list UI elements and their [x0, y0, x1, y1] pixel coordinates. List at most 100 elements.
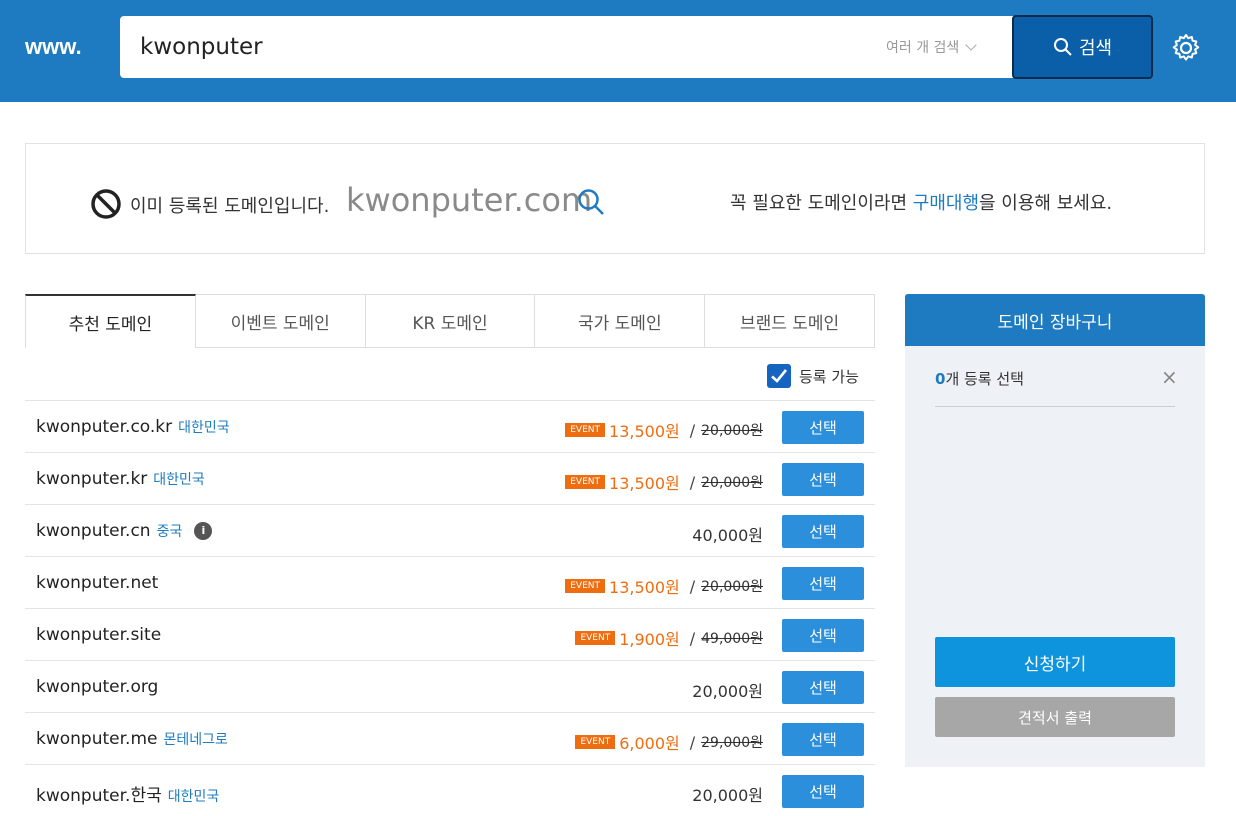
price-separator: / — [689, 420, 696, 440]
price-separator: / — [689, 576, 696, 596]
sale-price: 13,500원 — [609, 578, 680, 597]
price-separator: / — [689, 732, 696, 752]
domain-row: kwonputer.한국 대한민국 20,000원 선택 — [25, 764, 875, 816]
event-badge: EVENT — [565, 579, 606, 593]
cart-count-label: 개 등록 선택 — [945, 370, 1024, 388]
tab-country[interactable]: 국가 도메인 — [535, 294, 706, 348]
domain-country: 대한민국 — [153, 472, 205, 488]
price-area: EVENT 13,500원 / 20,000원 — [565, 574, 763, 598]
price: 20,000원 — [692, 682, 763, 701]
search-button-label: 검색 — [1078, 38, 1113, 59]
price: 40,000원 — [692, 526, 763, 545]
event-badge: EVENT — [565, 423, 606, 437]
available-label: 등록 가능 — [799, 367, 859, 386]
notice-right-prefix: 꼭 필요한 도메인이라면 — [730, 193, 913, 214]
select-button[interactable]: 선택 — [782, 723, 864, 756]
print-quote-button[interactable]: 견적서 출력 — [935, 697, 1175, 737]
price-area: EVENT 13,500원 / 20,000원 — [565, 418, 763, 442]
sale-price: 6,000원 — [619, 734, 680, 753]
domain-name: kwonputer.co.kr — [36, 417, 173, 437]
available-checkbox[interactable] — [767, 364, 791, 388]
domain-country: 대한민국 — [178, 420, 230, 436]
sale-price: 13,500원 — [609, 474, 680, 493]
cart-divider — [935, 406, 1175, 407]
ban-icon — [91, 189, 121, 219]
checkmark-icon — [771, 369, 788, 383]
price-area: EVENT 13,500원 / 20,000원 — [565, 470, 763, 494]
price-area: EVENT 1,900원 / 49,000원 — [575, 626, 763, 650]
domain-name: kwonputer.cn — [36, 521, 151, 541]
price-area: 20,000원 — [692, 678, 763, 702]
price-area: EVENT 6,000원 / 29,000원 — [575, 730, 763, 754]
domain-row: kwonputer.org 20,000원 선택 — [25, 660, 875, 712]
domain-row: kwonputer.cn 중국 i 40,000원 선택 — [25, 504, 875, 556]
sale-price: 13,500원 — [609, 422, 680, 441]
domain-row: kwonputer.me 몬테네그로 EVENT 6,000원 / 29,000원… — [25, 712, 875, 764]
domain-row: kwonputer.site EVENT 1,900원 / 49,000원 선택 — [25, 608, 875, 660]
select-button[interactable]: 선택 — [782, 619, 864, 652]
event-badge: EVENT — [565, 475, 606, 489]
domain-country: 중국 — [156, 524, 183, 540]
multi-search-dropdown[interactable]: 여러 개 검색 — [886, 37, 977, 57]
original-price: 29,000원 — [701, 735, 763, 751]
price: 20,000원 — [692, 786, 763, 805]
price-separator: / — [689, 472, 696, 492]
notice-right-suffix: 을 이용해 보세요. — [979, 193, 1113, 214]
select-button[interactable]: 선택 — [782, 463, 864, 496]
original-price: 20,000원 — [701, 475, 763, 491]
select-button[interactable]: 선택 — [782, 567, 864, 600]
select-button[interactable]: 선택 — [782, 775, 864, 808]
www-prefix: www. — [25, 34, 82, 59]
chevron-down-icon — [965, 39, 977, 51]
domain-name: kwonputer.org — [36, 677, 159, 697]
tab-event[interactable]: 이벤트 도메인 — [195, 294, 366, 348]
domain-name: kwonputer.site — [36, 625, 162, 645]
tab-brand[interactable]: 브랜드 도메인 — [705, 294, 875, 348]
original-price: 20,000원 — [701, 423, 763, 439]
close-icon[interactable]: × — [1161, 367, 1178, 387]
select-button[interactable]: 선택 — [782, 515, 864, 548]
sale-price: 1,900원 — [619, 630, 680, 649]
original-price: 20,000원 — [701, 579, 763, 595]
domain-country: 대한민국 — [167, 789, 220, 805]
domain-name: kwonputer.me — [36, 729, 158, 749]
multi-search-label: 여러 개 검색 — [886, 40, 960, 56]
registered-notice: 이미 등록된 도메인입니다. kwonputer.com 꼭 필요한 도메인이라… — [25, 143, 1205, 254]
domain-row: kwonputer.net EVENT 13,500원 / 20,000원 선택 — [25, 556, 875, 608]
domain-list: kwonputer.co.kr 대한민국 EVENT 13,500원 / 20,0… — [25, 400, 875, 816]
notice-domain: kwonputer.com — [346, 181, 593, 219]
apply-button[interactable]: 신청하기 — [935, 637, 1175, 687]
domain-row: kwonputer.co.kr 대한민국 EVENT 13,500원 / 20,0… — [25, 400, 875, 452]
price-area: 20,000원 — [692, 782, 763, 806]
domain-tabs: 추천 도메인 이벤트 도메인 KR 도메인 국가 도메인 브랜드 도메인 — [25, 294, 875, 348]
price-separator: / — [689, 628, 696, 648]
domain-name: kwonputer.한국 — [36, 786, 162, 806]
purchase-proxy-link[interactable]: 구매대행 — [913, 193, 979, 214]
tab-kr[interactable]: KR 도메인 — [365, 294, 536, 348]
domain-name: kwonputer.net — [36, 573, 159, 593]
available-filter[interactable]: 등록 가능 — [767, 364, 859, 388]
select-button[interactable]: 선택 — [782, 671, 864, 704]
domain-cart: 도메인 장바구니 0개 등록 선택 × 신청하기 견적서 출력 — [905, 294, 1205, 767]
purchase-proxy-message: 꼭 필요한 도메인이라면 구매대행을 이용해 보세요. — [730, 189, 1112, 215]
cart-count: 0개 등록 선택 — [935, 368, 1024, 389]
search-icon — [1053, 38, 1072, 56]
search-button[interactable]: 검색 — [1012, 15, 1153, 79]
tab-recommended[interactable]: 추천 도메인 — [25, 294, 196, 348]
top-bar: www. 여러 개 검색 검색 — [0, 0, 1236, 102]
domain-row: kwonputer.kr 대한민국 EVENT 13,500원 / 20,000원… — [25, 452, 875, 504]
cart-count-number: 0 — [935, 370, 946, 388]
search-icon[interactable] — [577, 188, 605, 216]
select-button[interactable]: 선택 — [782, 411, 864, 444]
domain-country: 몬테네그로 — [163, 732, 228, 748]
gear-icon[interactable] — [1170, 32, 1202, 64]
domain-name: kwonputer.kr — [36, 469, 148, 489]
event-badge: EVENT — [575, 631, 616, 645]
event-badge: EVENT — [575, 735, 616, 749]
price-area: 40,000원 — [692, 522, 763, 546]
search-input[interactable] — [140, 31, 840, 63]
search-box: 여러 개 검색 — [120, 16, 1152, 78]
notice-message: 이미 등록된 도메인입니다. — [130, 196, 330, 217]
info-icon[interactable]: i — [194, 522, 213, 540]
cart-title: 도메인 장바구니 — [905, 294, 1205, 346]
